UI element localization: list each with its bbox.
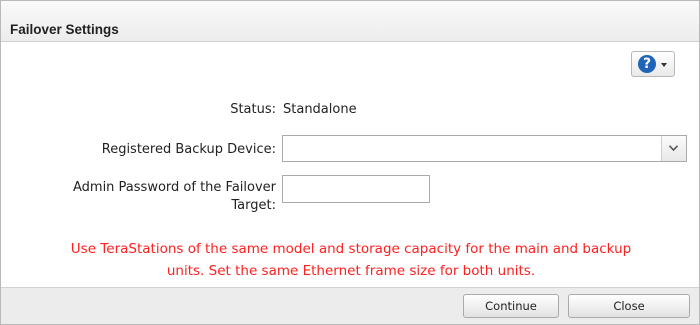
dialog-footer: Continue Close	[1, 287, 699, 324]
chevron-down-icon	[661, 63, 667, 67]
registered-backup-device-select[interactable]	[282, 135, 687, 162]
close-button[interactable]: Close	[568, 294, 690, 318]
admin-password-label-line2: Target:	[231, 198, 276, 213]
admin-password-label-line1: Admin Password of the Failover	[72, 180, 276, 195]
status-value: Standalone	[283, 102, 357, 117]
registered-backup-device-label: Registered Backup Device:	[101, 142, 276, 157]
help-button[interactable]: ?	[631, 51, 675, 77]
warning-message: Use TeraStations of the same model and s…	[21, 238, 681, 282]
failover-settings-dialog: Failover Settings ? Status: Standalone R…	[0, 0, 700, 325]
admin-password-input[interactable]	[282, 175, 430, 203]
dialog-title: Failover Settings	[10, 22, 119, 37]
status-label: Status:	[230, 102, 276, 117]
warning-line2: units. Set the same Ethernet frame size …	[166, 263, 536, 279]
chevron-down-icon[interactable]	[661, 136, 686, 161]
dialog-titlebar: Failover Settings	[1, 1, 699, 42]
help-icon: ?	[638, 55, 656, 73]
warning-line1: Use TeraStations of the same model and s…	[70, 241, 632, 257]
admin-password-label: Admin Password of the Failover Target:	[73, 179, 276, 215]
continue-button[interactable]: Continue	[463, 294, 559, 318]
